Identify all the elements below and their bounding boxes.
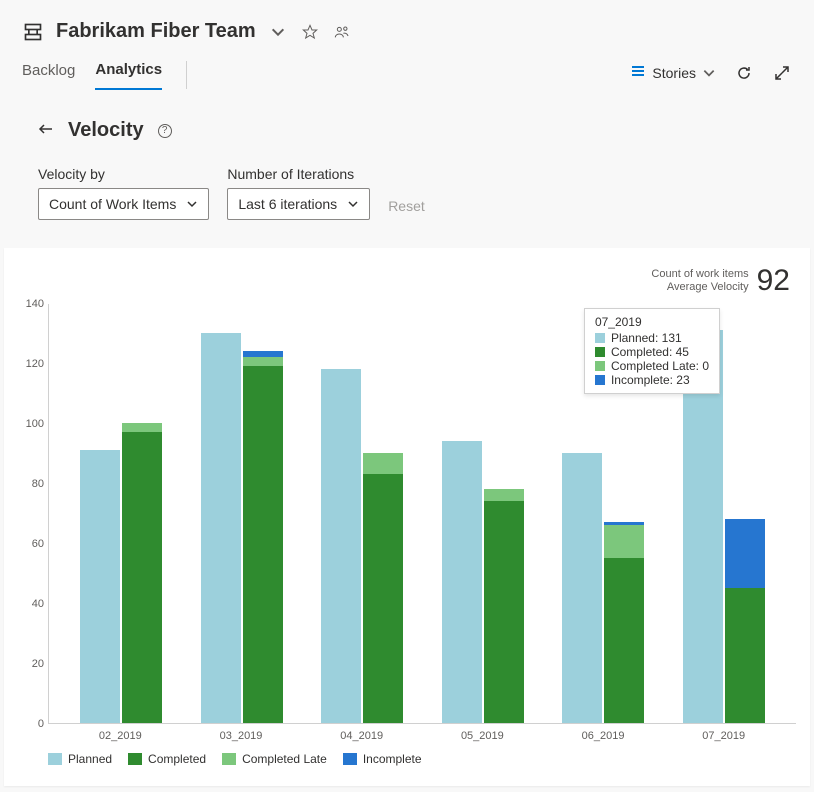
swatch-completed-late [222, 753, 236, 765]
team-logo-icon [22, 22, 44, 42]
y-tick: 120 [26, 358, 44, 370]
iteration-group [302, 304, 423, 723]
reset-button[interactable]: Reset [388, 198, 425, 220]
tooltip-label: Completed Late: 0 [611, 359, 709, 373]
swatch-incomplete [343, 753, 357, 765]
velocity-by-group: Velocity by Count of Work Items [38, 166, 209, 220]
tooltip-swatch [595, 361, 605, 371]
bar-planned[interactable] [562, 453, 602, 723]
y-tick: 100 [26, 418, 44, 430]
tooltip-row: Planned: 131 [595, 331, 709, 345]
page-title: Velocity [68, 119, 144, 142]
iterations-value: Last 6 iterations [238, 196, 337, 212]
team-name: Fabrikam Fiber Team [56, 20, 256, 43]
legend-incomplete: Incomplete [343, 752, 422, 766]
tabs: Backlog Analytics [22, 61, 187, 90]
bar-planned[interactable] [80, 450, 120, 723]
chevron-down-icon [347, 198, 359, 210]
chart-tooltip: 07_2019 Planned: 131Completed: 45Complet… [584, 308, 720, 394]
summary-value: 92 [757, 264, 790, 298]
tab-analytics[interactable]: Analytics [95, 61, 162, 90]
controls-row: Velocity by Count of Work Items Number o… [38, 166, 776, 220]
team-row: Fabrikam Fiber Team [22, 20, 792, 43]
x-tick: 03_2019 [181, 730, 302, 742]
summary-labels: Count of work items Average Velocity [651, 268, 748, 294]
bar-planned[interactable] [321, 369, 361, 723]
y-tick: 40 [32, 598, 44, 610]
refresh-icon[interactable] [734, 63, 754, 83]
tooltip-swatch [595, 347, 605, 357]
iterations-group: Number of Iterations Last 6 iterations [227, 166, 370, 220]
iteration-group [423, 304, 544, 723]
chevron-down-icon [186, 198, 198, 210]
iteration-group [182, 304, 303, 723]
velocity-by-value: Count of Work Items [49, 196, 176, 212]
team-picker-chevron[interactable] [268, 22, 288, 42]
pivot-row: Backlog Analytics Stories [22, 61, 792, 91]
y-tick: 140 [26, 298, 44, 310]
tooltip-label: Completed: 45 [611, 345, 689, 359]
x-tick: 06_2019 [543, 730, 664, 742]
tooltip-swatch [595, 375, 605, 385]
swatch-completed [128, 753, 142, 765]
y-tick: 0 [38, 718, 44, 730]
stories-dropdown[interactable]: Stories [630, 63, 716, 82]
tooltip-row: Completed Late: 0 [595, 359, 709, 373]
right-tools: Stories [630, 63, 792, 89]
bar-stack[interactable] [484, 489, 524, 723]
title-row: Velocity ? [38, 119, 776, 142]
bar-stack[interactable] [363, 453, 403, 723]
x-tick: 04_2019 [301, 730, 422, 742]
x-axis: 02_201903_201904_201905_201906_201907_20… [48, 724, 796, 742]
tooltip-title: 07_2019 [595, 315, 709, 329]
velocity-by-select[interactable]: Count of Work Items [38, 188, 209, 220]
summary-line2: Average Velocity [651, 281, 748, 294]
bar-stack[interactable] [725, 519, 765, 723]
tooltip-label: Planned: 131 [611, 331, 682, 345]
y-tick: 20 [32, 658, 44, 670]
favorite-star-icon[interactable] [300, 22, 320, 42]
chart-legend: Planned Completed Completed Late Incompl… [48, 752, 796, 766]
x-tick: 07_2019 [663, 730, 784, 742]
x-tick: 02_2019 [60, 730, 181, 742]
y-axis: 020406080100120140 [18, 304, 48, 724]
tooltip-row: Completed: 45 [595, 345, 709, 359]
iterations-select[interactable]: Last 6 iterations [227, 188, 370, 220]
tooltip-label: Incomplete: 23 [611, 373, 690, 387]
chart-area: 020406080100120140 07_2019 Planned: 131C… [18, 304, 796, 724]
tab-backlog[interactable]: Backlog [22, 61, 75, 90]
tab-divider [186, 61, 187, 89]
legend-completed-late: Completed Late [222, 752, 327, 766]
back-arrow-icon[interactable] [38, 121, 54, 140]
legend-planned: Planned [48, 752, 112, 766]
x-tick: 05_2019 [422, 730, 543, 742]
legend-completed: Completed [128, 752, 206, 766]
chart-card: Count of work items Average Velocity 92 … [4, 248, 810, 786]
help-icon[interactable]: ? [158, 124, 172, 138]
bar-stack[interactable] [604, 522, 644, 723]
velocity-by-label: Velocity by [38, 166, 209, 182]
tooltip-row: Incomplete: 23 [595, 373, 709, 387]
summary-line1: Count of work items [651, 268, 748, 281]
swatch-planned [48, 753, 62, 765]
bar-planned[interactable] [442, 441, 482, 723]
stories-icon [630, 63, 646, 82]
iteration-group [61, 304, 182, 723]
tooltip-swatch [595, 333, 605, 343]
bar-stack[interactable] [122, 423, 162, 723]
iterations-label: Number of Iterations [227, 166, 370, 182]
y-tick: 60 [32, 538, 44, 550]
card-top: Count of work items Average Velocity 92 [18, 262, 796, 304]
chart-plot[interactable]: 07_2019 Planned: 131Completed: 45Complet… [48, 304, 796, 724]
chevron-down-icon [702, 66, 716, 80]
fullscreen-icon[interactable] [772, 63, 792, 83]
y-tick: 80 [32, 478, 44, 490]
team-members-icon[interactable] [332, 22, 352, 42]
bar-stack[interactable] [243, 351, 283, 723]
bar-planned[interactable] [201, 333, 241, 723]
stories-label: Stories [652, 65, 696, 81]
